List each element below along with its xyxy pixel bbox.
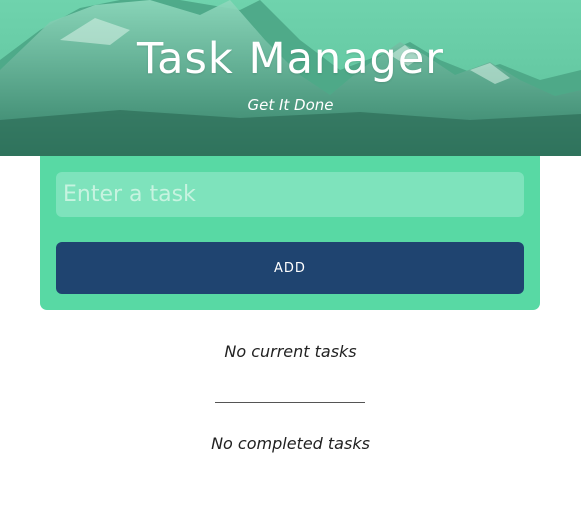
current-tasks-empty-message: No current tasks — [224, 342, 357, 361]
header-banner: Task Manager Get It Done — [0, 0, 581, 156]
completed-tasks-empty-message: No completed tasks — [211, 434, 370, 453]
task-input[interactable] — [56, 172, 524, 217]
page-subtitle: Get It Done — [247, 96, 334, 114]
task-form-card: ADD — [40, 156, 540, 310]
add-task-button[interactable]: ADD — [56, 242, 524, 294]
task-manager-app: Task Manager Get It Done ADD No current … — [0, 0, 581, 516]
page-title: Task Manager — [137, 34, 444, 84]
section-divider — [215, 402, 365, 403]
